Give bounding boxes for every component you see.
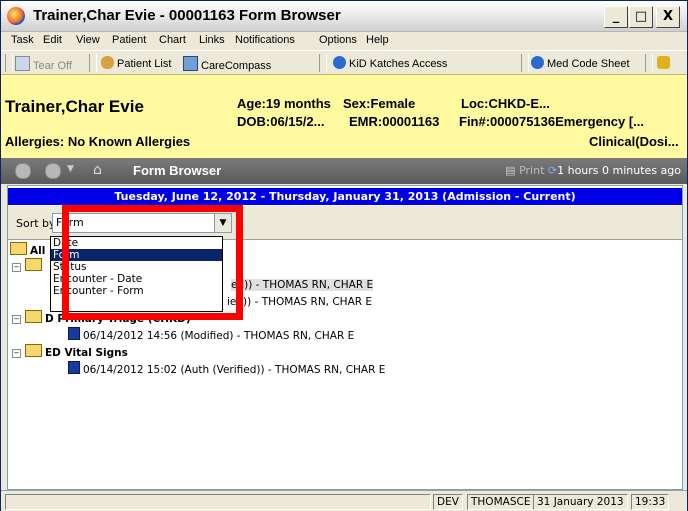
menu-chart[interactable]: Chart: [159, 34, 186, 46]
form-browser-navbar: ▼ ⌂ Form Browser ▤ Print ⟳1 hours 0 minu…: [1, 158, 687, 184]
allergies-label[interactable]: Allergies: No Known Allergies: [5, 134, 190, 149]
folder-open-icon: [25, 344, 42, 357]
sort-label: Sort by: [16, 217, 56, 230]
toolbar-grip[interactable]: [89, 54, 97, 72]
tree-group[interactable]: − ED Vital Signs: [12, 344, 128, 359]
tear-off-icon: [15, 56, 30, 71]
window-title: Trainer,Char Evie - 00001163 Form Browse…: [33, 7, 341, 24]
toolbar-grip[interactable]: [319, 54, 327, 72]
collapse-icon[interactable]: −: [12, 263, 21, 272]
compass-icon: [183, 56, 198, 71]
tear-off-button[interactable]: Tear Off: [15, 56, 72, 72]
patient-age: Age:19 months: [237, 96, 331, 111]
refresh-icon: ⟳: [547, 164, 558, 177]
key-button[interactable]: [657, 56, 673, 70]
patient-name: Trainer,Char Evie: [5, 97, 144, 116]
toolbar-grip[interactable]: [5, 54, 13, 72]
status-bar: DEV THOMASCE 31 January 2013 19:33: [1, 490, 687, 511]
menu-task[interactable]: Task: [11, 34, 34, 46]
back-icon[interactable]: [15, 163, 31, 179]
folder-open-icon: [25, 258, 42, 271]
link-icon: [333, 56, 346, 69]
link-icon: [531, 56, 544, 69]
patient-banner: Trainer,Char Evie Age:19 months Sex:Fema…: [1, 74, 687, 160]
form-icon: [68, 361, 80, 374]
highlight-annotation-box: [62, 205, 243, 320]
menu-bar: Task Edit View Patient Chart Links Notif…: [1, 32, 687, 50]
title-bar[interactable]: Trainer,Char Evie - 00001163 Form Browse…: [1, 1, 687, 32]
tree-form-row[interactable]: 06/14/2012 14:56 (Modified) - THOMAS RN,…: [68, 327, 354, 342]
patient-list-button[interactable]: Patient List: [101, 56, 171, 70]
folder-open-icon: [25, 310, 42, 323]
kid-katches-button[interactable]: KiD Katches Access: [333, 56, 447, 70]
refresh-button[interactable]: ⟳1 hours 0 minutes ago: [548, 164, 681, 177]
app-icon: [7, 7, 25, 25]
tree-form-row[interactable]: 06/14/2012 15:02 (Auth (Verified)) - THO…: [68, 361, 385, 376]
status-time: 19:33: [631, 494, 670, 510]
patient-sex: Sex:Female: [343, 96, 416, 111]
patient-location: Loc:CHKD-E...: [461, 96, 550, 111]
maximize-button[interactable]: □: [629, 6, 653, 28]
med-code-button[interactable]: Med Code Sheet: [531, 56, 630, 70]
status-message: [5, 494, 431, 510]
collapse-icon[interactable]: −: [12, 349, 21, 358]
patient-fin: Fin#:000075136Emergency [...: [459, 114, 644, 129]
forward-icon[interactable]: [45, 163, 61, 179]
menu-patient[interactable]: Patient: [112, 34, 146, 46]
form-icon: [68, 327, 80, 340]
close-button[interactable]: X: [656, 6, 680, 28]
status-date: 31 January 2013: [533, 494, 628, 510]
folder-open-icon: [10, 242, 27, 255]
care-compass-button[interactable]: CareCompass: [183, 56, 271, 72]
application-window: Trainer,Char Evie - 00001163 Form Browse…: [0, 0, 688, 511]
key-icon: [657, 56, 670, 69]
toolbar: Tear Off Patient List CareCompass KiD Ka…: [1, 50, 687, 75]
print-button[interactable]: ▤ Print: [505, 164, 544, 177]
menu-view[interactable]: View: [76, 34, 100, 46]
printer-icon: ▤: [505, 164, 516, 177]
chevron-down-icon[interactable]: ▼: [67, 164, 74, 174]
status-env: DEV: [433, 494, 463, 510]
page-title: Form Browser: [133, 163, 222, 178]
collapse-icon[interactable]: −: [12, 315, 21, 324]
menu-help[interactable]: Help: [366, 34, 389, 46]
menu-options[interactable]: Options: [319, 34, 357, 46]
patient-emr: EMR:00001163: [349, 114, 440, 129]
patient-dob: DOB:06/15/2...: [237, 114, 325, 129]
nav-actions: ▤ Print ⟳1 hours 0 minutes ago: [505, 164, 681, 177]
minimize-button[interactable]: _: [604, 6, 628, 28]
toolbar-grip[interactable]: [645, 54, 653, 72]
menu-edit[interactable]: Edit: [43, 34, 62, 46]
toolbar-grip[interactable]: [521, 54, 529, 72]
status-user: THOMASCE: [467, 494, 535, 510]
menu-links[interactable]: Links: [199, 34, 225, 46]
date-range-bar: Tuesday, June 12, 2012 - Thursday, Janua…: [8, 188, 682, 205]
person-icon: [101, 56, 114, 69]
menu-notifications[interactable]: Notifications: [235, 34, 295, 46]
clinical-info: Clinical(Dosi...: [589, 134, 679, 149]
home-icon[interactable]: ⌂: [93, 162, 102, 178]
